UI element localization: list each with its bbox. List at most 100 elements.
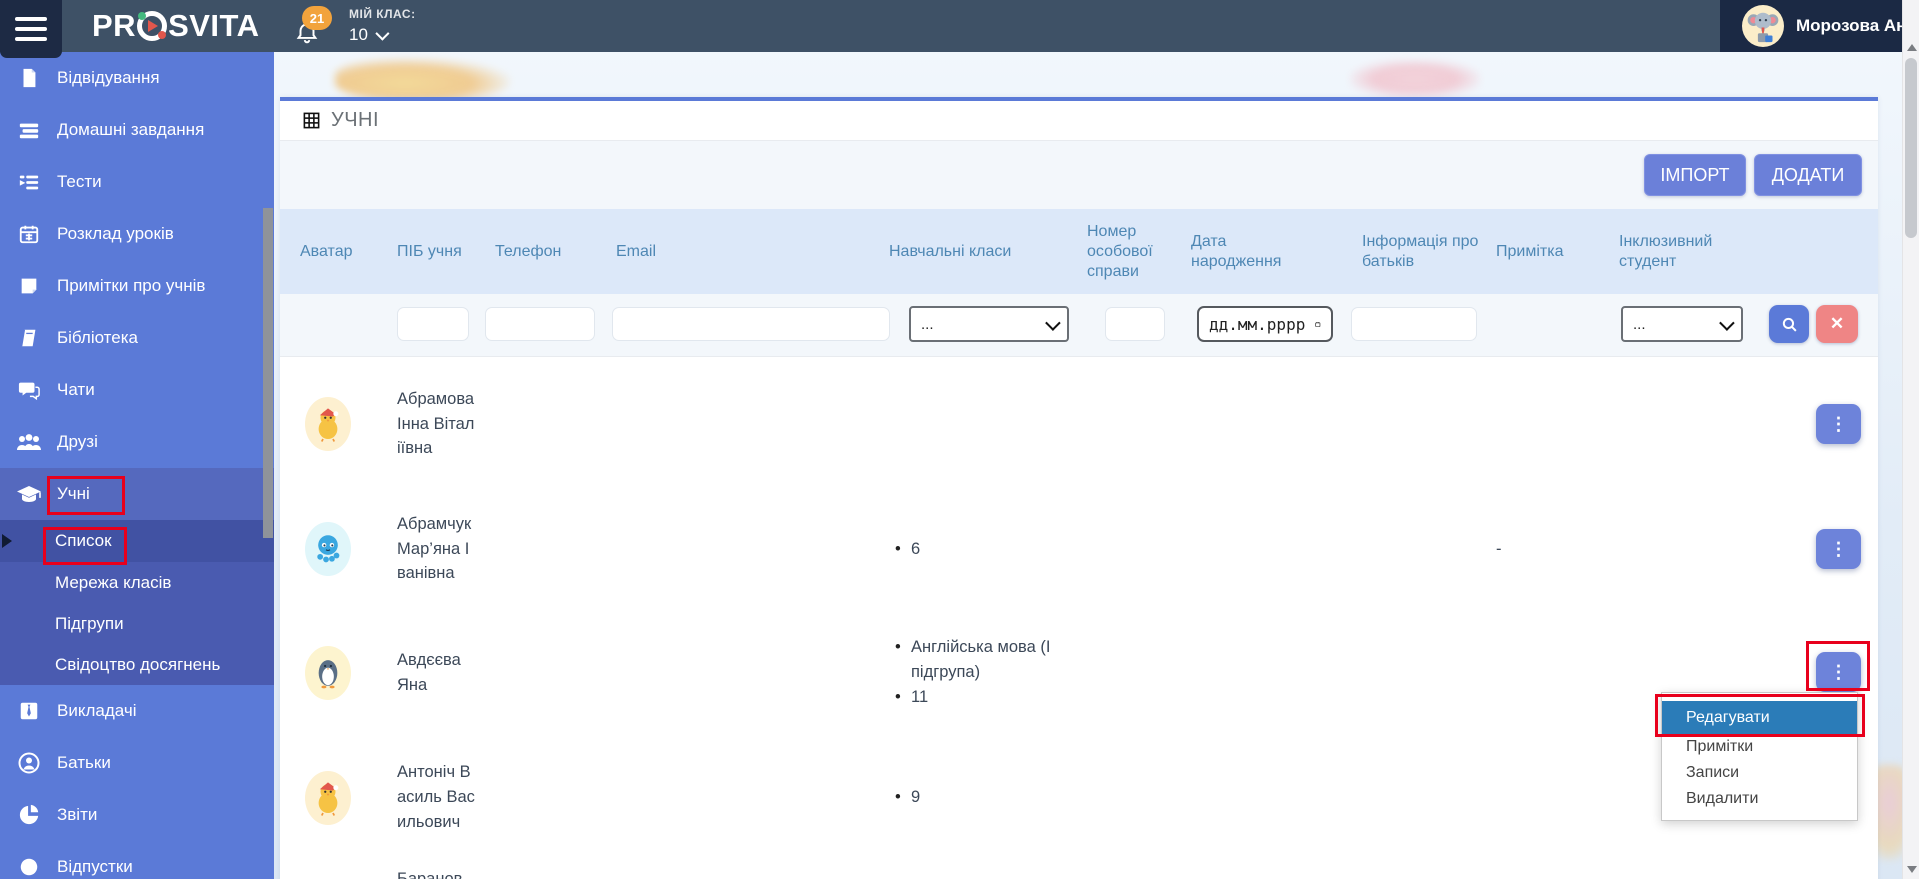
table-row[interactable]: Авдєєва Яна Англійська мова (І підгрупа)… (280, 610, 1878, 736)
graduation-cap-icon (16, 481, 42, 507)
context-menu-edit[interactable]: Редагувати (1662, 701, 1857, 734)
context-menu-notes[interactable]: Примітки (1662, 734, 1857, 760)
sidebar-item-teachers[interactable]: Викладачі (0, 685, 274, 737)
filter-classes-select[interactable]: ... (909, 306, 1069, 342)
submenu-item-subgroups[interactable]: Підгрупи (0, 603, 274, 644)
table-row[interactable]: Антоніч Василь Васильович 9 (280, 735, 1878, 861)
filter-parents-input[interactable] (1351, 307, 1477, 341)
filter-name-input[interactable] (397, 307, 469, 341)
sidebar-item-schedule[interactable]: Розклад уроків (0, 208, 274, 260)
hamburger-menu-button[interactable] (0, 0, 62, 58)
sidebar-item-friends[interactable]: Друзі (0, 416, 274, 468)
user-menu[interactable]: Морозова Анна (1720, 0, 1902, 52)
sidebar-item-label: Примітки про учнів (57, 276, 205, 296)
sidebar-navigation: Відвідування Домашні завдання Тести Розк… (0, 52, 274, 879)
filter-inclusive-select[interactable]: ... (1621, 306, 1743, 342)
sidebar-item-label: Друзі (57, 432, 98, 452)
tie-icon (16, 698, 42, 724)
filter-phone-input[interactable] (485, 307, 595, 341)
chick-santa-avatar (305, 397, 351, 451)
kebab-menu-icon: ⋮ (1830, 414, 1848, 434)
add-button[interactable]: ДОДАТИ (1754, 154, 1862, 196)
row-actions-button[interactable]: ⋮ (1816, 404, 1861, 444)
app-root: PR SVITA 21 МІЙ КЛАС: 10 (0, 0, 1919, 879)
sidebar-item-attendance[interactable]: Відвідування (0, 52, 274, 104)
submenu-item-label: Список (55, 531, 112, 551)
submenu-item-label: Мережа класів (55, 573, 171, 593)
row-actions-button[interactable]: ⋮ (1816, 529, 1861, 569)
sidebar-item-label: Домашні завдання (57, 120, 204, 140)
student-name[interactable]: Баранов (397, 860, 477, 879)
student-classes: Англійська мова (І підгрупа) 11 (889, 610, 1069, 735)
sidebar-item-label: Викладачі (57, 701, 136, 721)
column-header-email: Email (616, 209, 876, 294)
kebab-menu-icon: ⋮ (1830, 662, 1848, 682)
background-illustration-topleft (335, 58, 510, 100)
search-icon (1781, 316, 1798, 333)
import-button[interactable]: ІМПОРТ (1644, 154, 1746, 196)
user-avatar (1742, 5, 1784, 47)
column-header-classes: Навчальні класи (889, 209, 1069, 294)
student-name[interactable]: Абрамова Інна Віталіївна (397, 360, 477, 488)
student-classes: 9 (889, 735, 1069, 860)
submenu-item-list[interactable]: Список (0, 520, 274, 562)
calendar-icon (1315, 317, 1321, 332)
sidebar-item-reports[interactable]: Звіти (0, 789, 274, 841)
table-row[interactable]: Абрамчук Мар’яна Іванівна 6 - ⋮ (280, 488, 1878, 611)
table-filter-row: ... дд.мм.рррр ... ✕ (280, 294, 1878, 357)
table-row[interactable]: Баранов (280, 860, 1878, 879)
filter-file-number-input[interactable] (1105, 307, 1165, 341)
context-menu-records[interactable]: Записи (1662, 760, 1857, 786)
notifications-bell[interactable]: 21 (294, 10, 340, 50)
sidebar-item-student-notes[interactable]: Примітки про учнів (0, 260, 274, 312)
scroll-up-arrow-icon[interactable] (1907, 44, 1917, 51)
submenu-active-marker-icon (2, 534, 12, 548)
column-header-inclusive: Інклюзивний студент (1619, 209, 1741, 294)
person-circle-icon (16, 750, 42, 776)
app-logo[interactable]: PR SVITA (92, 0, 260, 52)
sidebar-item-parents[interactable]: Батьки (0, 737, 274, 789)
column-header-avatar: Аватар (300, 209, 370, 294)
logo-ring-icon (137, 11, 167, 41)
attendance-icon (16, 65, 42, 91)
scrollbar-thumb[interactable] (1905, 58, 1917, 238)
filter-email-input[interactable] (612, 307, 890, 341)
students-submenu: Список Мережа класів Підгрупи Свідоцтво … (0, 520, 274, 685)
clear-filter-button[interactable]: ✕ (1816, 305, 1858, 343)
student-name[interactable]: Абрамчук Мар’яна Іванівна (397, 488, 477, 610)
calendar-icon (16, 221, 42, 247)
search-button[interactable] (1769, 305, 1809, 343)
hamburger-icon (15, 17, 47, 21)
people-group-icon (16, 429, 42, 455)
sidebar-item-label: Тести (57, 172, 102, 192)
student-name[interactable]: Авдєєва Яна (397, 610, 477, 735)
row-actions-button-open[interactable]: ⋮ (1816, 652, 1861, 692)
elephant-avatar-icon (1745, 7, 1781, 45)
sidebar-item-homework[interactable]: Домашні завдання (0, 104, 274, 156)
sidebar-item-library[interactable]: Бібліотека (0, 312, 274, 364)
filter-birth-date-input[interactable]: дд.мм.рррр (1197, 306, 1333, 342)
octopus-avatar (305, 522, 351, 576)
sidebar-item-vacations[interactable]: Відпустки (0, 841, 274, 879)
submenu-item-class-network[interactable]: Мережа класів (0, 562, 274, 603)
page-scrollbar[interactable] (1902, 0, 1919, 879)
scroll-down-arrow-icon[interactable] (1907, 866, 1917, 873)
circle-icon (16, 854, 42, 879)
student-name[interactable]: Антоніч Василь Васильович (397, 735, 477, 860)
chat-bubbles-icon (16, 377, 42, 403)
my-class-dropdown[interactable]: 10 (349, 25, 416, 45)
user-name: Морозова Анна (1796, 16, 1919, 36)
sidebar-scrollbar-thumb[interactable] (263, 208, 273, 538)
sidebar-item-tests[interactable]: Тести (0, 156, 274, 208)
submenu-item-achievement-certificate[interactable]: Свідоцтво досягнень (0, 644, 274, 685)
sidebar-item-students[interactable]: Учні (0, 468, 274, 520)
book-icon (16, 325, 42, 351)
card-title-bar: УЧНІ (280, 101, 1878, 141)
sidebar-item-label: Учні (57, 484, 90, 504)
students-card: УЧНІ ІМПОРТ ДОДАТИ Аватар ПІБ учня Телеф… (280, 97, 1878, 879)
table-row[interactable]: Абрамова Інна Віталіївна ⋮ (280, 360, 1878, 489)
student-classes: 6 (889, 488, 1069, 610)
context-menu-delete[interactable]: Видалити (1662, 786, 1857, 812)
sidebar-item-label: Чати (57, 380, 95, 400)
sidebar-item-chats[interactable]: Чати (0, 364, 274, 416)
